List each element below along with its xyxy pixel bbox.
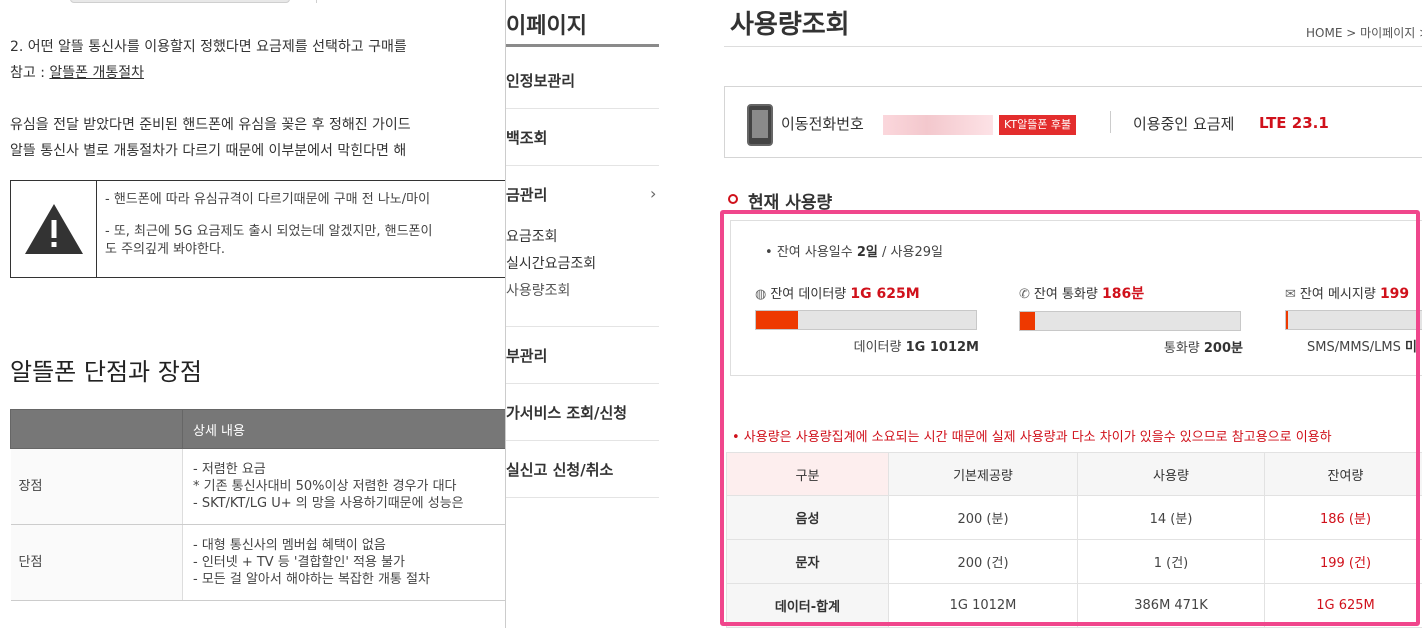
plan-label: 이용중인 요금제 [1133, 115, 1235, 133]
row-detail: - 저렴한 요금 * 기존 통신사대비 50%이상 저렴한 경우가 대다 - S… [182, 448, 505, 525]
divider [506, 108, 659, 109]
plan-value: LTE 23.1 [1259, 114, 1329, 132]
reference-line: 참고 : 알뜰폰 개통절차 [10, 62, 144, 82]
sidebar-title-rule [506, 44, 659, 47]
sidebar-subitem-usage[interactable]: 사용량조회 [506, 280, 570, 300]
sidebar-item-loss-report[interactable]: 실신고 신청/취소 [506, 459, 659, 480]
sidebar-item-addon-services[interactable]: 가서비스 조회/신청 [506, 402, 659, 423]
warning-text: - 핸드폰에 따라 유심규격이 다르기때문에 구매 전 나노/마이 - 또, 최… [97, 181, 440, 277]
activation-guide-link[interactable]: 알뜰폰 개통절차 [49, 65, 144, 81]
phone-number-label: 이동전화번호 [781, 115, 864, 133]
divider [1110, 111, 1111, 133]
blog-toolbar-fragment [70, 0, 290, 3]
blog-toolbar-fragment [316, 0, 505, 3]
highlight-annotation [720, 210, 1420, 626]
divider [506, 165, 659, 166]
paragraph-line: 유심을 전달 받았다면 준비된 핸드폰에 유심을 꽂은 후 정해진 가이드 [10, 117, 411, 133]
masked-phone-number [883, 115, 993, 135]
detail-line: - 저렴한 요금 [193, 462, 266, 477]
table-header-row: 상세 내용 [10, 409, 505, 449]
sidebar-item-profile[interactable]: 인정보관리 [506, 70, 659, 91]
table-header-empty [10, 409, 183, 449]
paragraph-line: 알뜰 통신사 별로 개통절차가 다르기 때문에 이부분에서 막힌다면 해 [10, 143, 407, 159]
row-label: 장점 [10, 448, 183, 525]
table-header-detail: 상세 내용 [182, 409, 505, 449]
divider [506, 440, 659, 441]
row-label: 단점 [10, 524, 183, 601]
step2-text: 2. 어떤 알뜰 통신사를 이용할지 정했다면 요금제를 선택하고 구매를 [10, 39, 407, 55]
detail-line: - 모든 걸 알아서 해야하는 복잡한 개통 절차 [193, 572, 430, 587]
sidebar-item-extra[interactable]: 부관리 [506, 345, 659, 366]
blog-article-panel: 2. 어떤 알뜰 통신사를 이용할지 정했다면 요금제를 선택하고 구매를 참고… [0, 0, 505, 628]
table-row: 단점 - 대형 통신사의 멤버쉽 혜택이 없음 - 인터넷 + TV 등 '결합… [10, 524, 505, 601]
sidebar-item-inquiry[interactable]: 백조회 [506, 127, 659, 148]
warning-line: - 또, 최근에 5G 요금제도 출시 되었는데 알겠지만, 핸드폰이 [105, 224, 433, 239]
warning-icon-cell [11, 181, 97, 277]
page-title: 사용량조회 [730, 10, 850, 40]
table-row: 장점 - 저렴한 요금 * 기존 통신사대비 50%이상 저렴한 경우가 대다 … [10, 448, 505, 525]
reference-prefix: 참고 : [10, 65, 50, 81]
divider [506, 326, 659, 327]
pros-cons-table: 상세 내용 장점 - 저렴한 요금 * 기존 통신사대비 50%이상 저렴한 경… [10, 409, 505, 601]
sidebar-item-billing[interactable]: 금관리 [506, 184, 659, 205]
sidebar-subitem-bill[interactable]: 요금조회 [506, 226, 558, 246]
divider [506, 383, 659, 384]
phone-icon [747, 104, 773, 146]
warning-icon [24, 204, 83, 254]
carrier-badge: KT알뜰폰 후불 [999, 115, 1077, 135]
usage-main-content: 사용량조회 HOME > 마이페이지 > 이동전화번호 KT알뜰폰 후불 이용중… [660, 0, 1422, 628]
warning-line: 도 주의깊게 봐야한다. [105, 242, 226, 257]
breadcrumb[interactable]: HOME > 마이페이지 > [1306, 24, 1422, 41]
detail-line: - 인터넷 + TV 등 '결합할인' 적용 불가 [193, 555, 406, 570]
chevron-right-icon: › [650, 184, 657, 203]
warning-box: - 핸드폰에 따라 유심규격이 다르기때문에 구매 전 나노/마이 - 또, 최… [10, 180, 505, 278]
sidebar-subitem-realtime-bill[interactable]: 실시간요금조회 [506, 253, 596, 273]
mypage-sidebar: 이페이지 인정보관리 백조회 금관리 › 요금조회 실시간요금조회 사용량조회 … [505, 0, 660, 628]
line-info-box: 이동전화번호 KT알뜰폰 후불 이용중인 요금제 LTE 23.1 [724, 86, 1422, 158]
section-heading: 알뜰폰 단점과 장점 [10, 358, 202, 386]
title-divider [724, 46, 1422, 47]
row-detail: - 대형 통신사의 멤버쉽 혜택이 없음 - 인터넷 + TV 등 '결합할인'… [182, 524, 505, 601]
warning-line: - 핸드폰에 따라 유심규격이 다르기때문에 구매 전 나노/마이 [105, 192, 431, 207]
detail-line: - SKT/KT/LG U+ 의 망을 사용하기때문에 성능은 [193, 496, 464, 511]
sidebar-title: 이페이지 [506, 14, 587, 39]
detail-line: - 대형 통신사의 멤버쉽 혜택이 없음 [193, 538, 386, 553]
divider [506, 497, 659, 498]
detail-line: * 기존 통신사대비 50%이상 저렴한 경우가 대다 [193, 479, 457, 494]
